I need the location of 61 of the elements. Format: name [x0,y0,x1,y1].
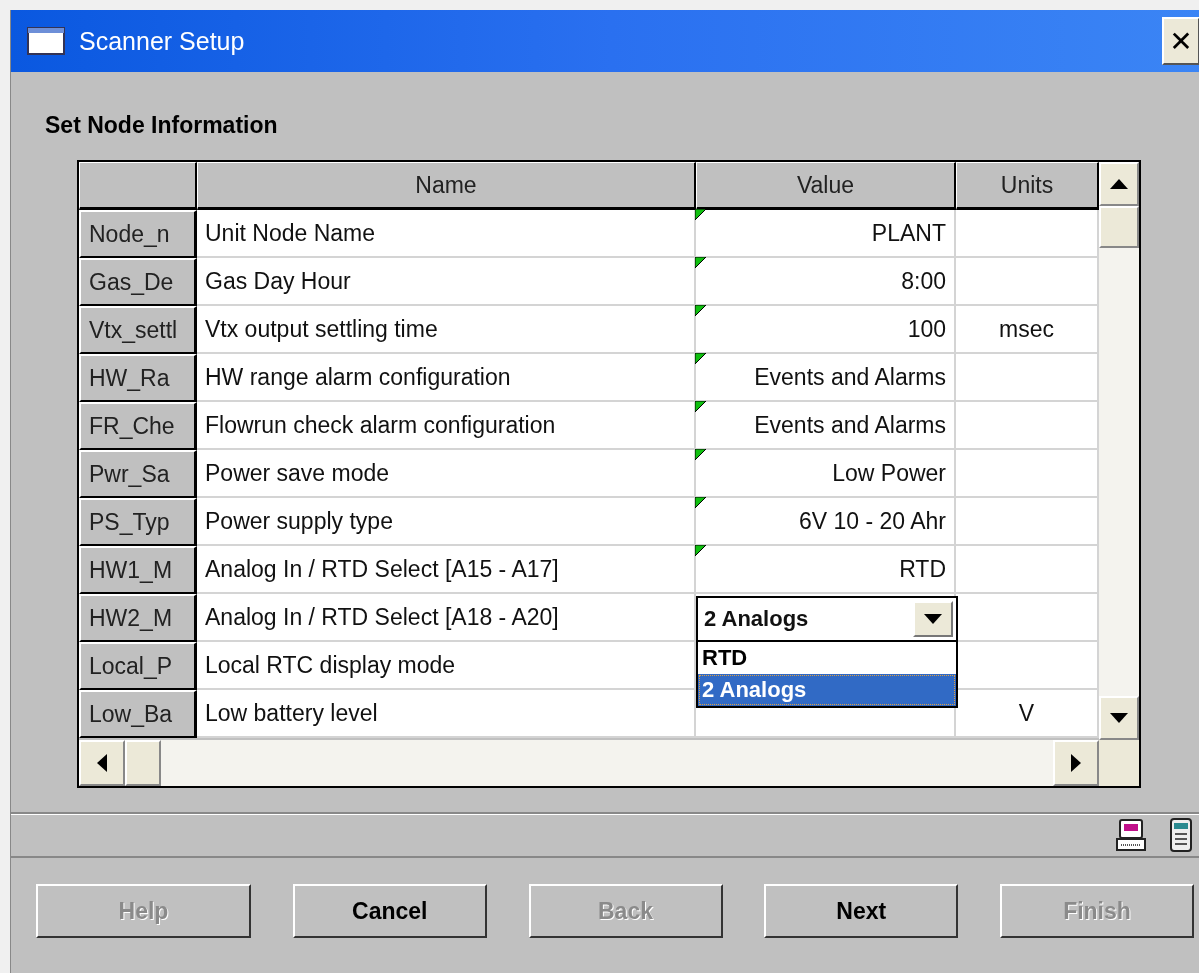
table-cell: Gas Day Hour [197,258,696,306]
table-cell: Analog In / RTD Select [A18 - A20] [197,594,696,642]
row-header[interactable]: HW1_M [79,546,197,594]
scroll-right-button[interactable] [1053,740,1099,786]
dialog-button[interactable]: Cancel [292,884,487,938]
horizontal-scrollbar[interactable] [79,740,1099,786]
row-header[interactable]: Low_Ba [79,690,197,738]
window-title: Scanner Setup [79,26,246,56]
scroll-thumb[interactable] [1099,206,1139,248]
up-arrow-icon [1110,179,1128,189]
table-cell: 8:00 [901,267,946,295]
column-header[interactable]: Units [956,162,1099,210]
table-cell: 6V 10 - 20 Ahr [798,507,946,535]
table-cell: Low Power [832,459,946,487]
scroll-left-button[interactable] [79,740,125,786]
row-header[interactable]: FR_Che [79,402,197,450]
row-header[interactable]: Node_n [79,210,197,258]
table-cell: Low battery level [197,690,696,738]
table-cell: Events and Alarms [754,363,946,391]
table-cell: Local RTC display mode [197,642,696,690]
scrollbar-corner [1099,740,1139,786]
close-button[interactable]: ✕ [1162,17,1199,65]
scroll-down-button[interactable] [1099,696,1139,740]
table-cell: Events and Alarms [754,411,946,439]
row-header[interactable]: HW2_M [79,594,197,642]
left-arrow-icon [97,754,107,772]
row-header[interactable]: Local_P [79,642,197,690]
scroll-up-button[interactable] [1099,162,1139,206]
section-heading: Set Node Information [45,112,279,140]
table-cell: RTD [899,555,946,583]
table-cell: Flowrun check alarm configuration [197,402,696,450]
column-header[interactable]: Value [696,162,956,210]
table-cell: 100 [907,315,946,343]
table-cell: Analog In / RTD Select [A15 - A17] [197,546,696,594]
window-icon [27,27,65,55]
table-cell: HW range alarm configuration [197,354,696,402]
dropdown-option[interactable]: RTD [698,642,956,674]
dropdown-field[interactable]: 2 Analogs [696,596,958,642]
caret-icon [924,614,942,624]
vertical-scrollbar[interactable] [1099,162,1139,740]
column-header[interactable]: Name [197,162,696,210]
dialog-button[interactable]: Next [764,884,959,938]
dropdown-button[interactable] [913,601,953,637]
dropdown-option[interactable]: 2 Analogs [698,674,956,706]
device-icon [1170,818,1192,852]
down-arrow-icon [1110,713,1128,723]
right-arrow-icon [1071,754,1081,772]
row-header[interactable]: PS_Typ [79,498,197,546]
row-header[interactable]: Pwr_Sa [79,450,197,498]
scroll-thumb[interactable] [125,740,161,786]
computer-icon [1116,818,1146,852]
row-header[interactable]: HW_Ra [79,354,197,402]
table-cell: Vtx output settling time [197,306,696,354]
row-header[interactable]: Gas_De [79,258,197,306]
table-cell: Unit Node Name [197,210,696,258]
table-cell: Power save mode [197,450,696,498]
table-cell: V [956,690,1099,738]
row-header[interactable]: Vtx_settl [79,306,197,354]
table-cell: Power supply type [197,498,696,546]
table-cell: PLANT [871,219,946,247]
table-cell: msec [956,306,1099,354]
